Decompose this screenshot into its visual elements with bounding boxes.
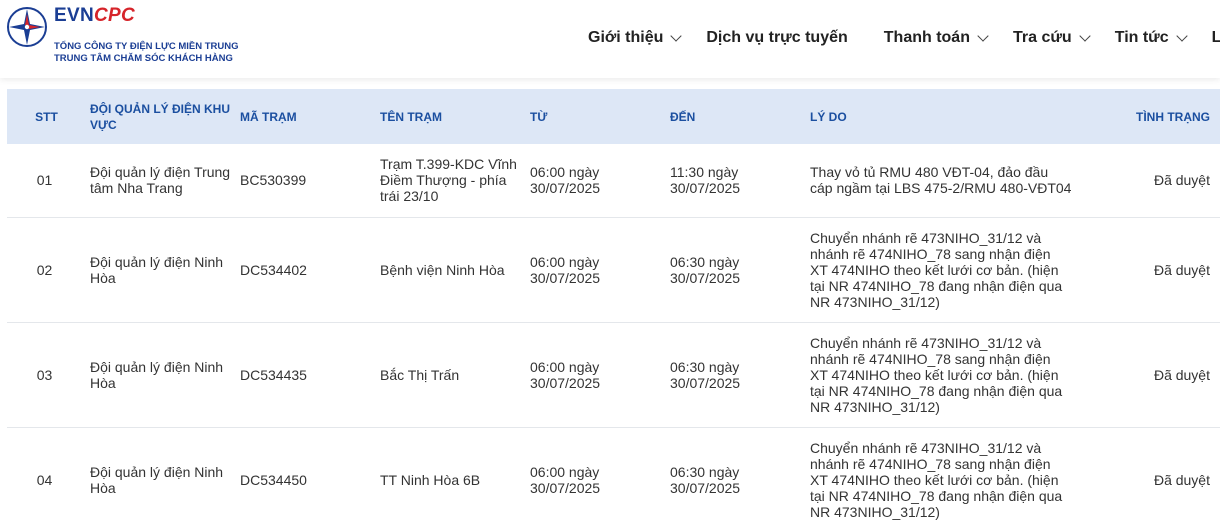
outage-schedule-table: STT ĐỘI QUẢN LÝ ĐIỆN KHU VỰC MÃ TRẠM TÊN… xyxy=(7,89,1220,528)
column-header-ly-do: LÝ DO xyxy=(810,109,847,124)
column-header-doi: ĐỘI QUẢN LÝ ĐIỆN KHU VỰC xyxy=(90,101,231,132)
nav-item-dich-vu-truc-tuyen[interactable]: Dịch vụ trực tuyến xyxy=(706,27,847,49)
nav-item-lien-he[interactable]: Liên xyxy=(1212,27,1220,49)
cell-den: 11:30 ngày 30/07/2025 xyxy=(666,144,806,218)
cell-doi: Đội quản lý điện Trung tâm Nha Trang xyxy=(86,144,236,218)
evncpc-logo[interactable]: EVNCPC TỔNG CÔNG TY ĐIỆN LỰC MIỀN TRUNG … xyxy=(6,6,239,65)
cell-doi: Đội quản lý điện Ninh Hòa xyxy=(86,427,236,528)
cell-den: 06:30 ngày 30/07/2025 xyxy=(666,427,806,528)
cell-tinh-trang: Đã duyệt xyxy=(1076,217,1220,323)
center-name: TRUNG TÂM CHĂM SÓC KHÁCH HÀNG xyxy=(54,53,233,64)
cell-tinh-trang: Đã duyệt xyxy=(1076,427,1220,528)
cell-tu: 06:00 ngày 30/07/2025 xyxy=(526,322,666,428)
brand-name: EVNCPC xyxy=(54,5,135,26)
cell-ly-do: Thay vỏ tủ RMU 480 VĐT-04, đảo đầu cáp n… xyxy=(806,144,1076,218)
cell-ma-tram: DC534435 xyxy=(236,322,376,428)
cell-stt: 01 xyxy=(7,144,86,218)
cell-ly-do: Chuyển nhánh rẽ 473NIHO_31/12 và nhánh r… xyxy=(806,217,1076,323)
cell-tinh-trang: Đã duyệt xyxy=(1076,144,1220,218)
evn-star-logo-icon xyxy=(7,7,47,47)
cell-tu: 06:00 ngày 30/07/2025 xyxy=(526,144,666,218)
nav-item-tra-cuu[interactable]: Tra cứu xyxy=(1013,27,1091,49)
cell-doi: Đội quản lý điện Ninh Hòa xyxy=(86,217,236,323)
table-header-row: STT ĐỘI QUẢN LÝ ĐIỆN KHU VỰC MÃ TRẠM TÊN… xyxy=(7,89,1220,144)
cell-stt: 04 xyxy=(7,427,86,528)
outage-schedule-table-wrapper: STT ĐỘI QUẢN LÝ ĐIỆN KHU VỰC MÃ TRẠM TÊN… xyxy=(7,89,1220,528)
cell-ly-do: Chuyển nhánh rẽ 473NIHO_31/12 và nhánh r… xyxy=(806,322,1076,428)
column-header-tinh-trang: TÌNH TRẠNG xyxy=(1136,109,1210,124)
company-name: TỔNG CÔNG TY ĐIỆN LỰC MIỀN TRUNG xyxy=(54,41,239,52)
chevron-down-icon xyxy=(1079,29,1091,42)
table-row: 04 Đội quản lý điện Ninh Hòa DC534450 TT… xyxy=(7,427,1220,528)
chevron-down-icon xyxy=(1176,29,1188,42)
cell-ten-tram: Trạm T.399-KDC Vĩnh Điềm Thượng - phía t… xyxy=(376,144,526,218)
table-row: 01 Đội quản lý điện Trung tâm Nha Trang … xyxy=(7,144,1220,218)
column-header-ma-tram: MÃ TRẠM xyxy=(240,109,297,124)
column-header-stt: STT xyxy=(35,109,58,124)
cell-stt: 03 xyxy=(7,322,86,428)
main-nav: Giới thiệu Dịch vụ trực tuyến Thanh toán… xyxy=(588,27,1220,49)
table-row: 02 Đội quản lý điện Ninh Hòa DC534402 Bệ… xyxy=(7,217,1220,323)
cell-doi: Đội quản lý điện Ninh Hòa xyxy=(86,322,236,428)
table-row: 03 Đội quản lý điện Ninh Hòa DC534435 Bắ… xyxy=(7,322,1220,428)
column-header-tu: TỪ xyxy=(530,109,548,124)
cell-ten-tram: TT Ninh Hòa 6B xyxy=(376,427,526,528)
nav-item-thanh-toan[interactable]: Thanh toán xyxy=(884,27,989,49)
cell-tu: 06:00 ngày 30/07/2025 xyxy=(526,427,666,528)
column-header-ten-tram: TÊN TRẠM xyxy=(380,109,442,124)
cell-ten-tram: Bệnh viện Ninh Hòa xyxy=(376,217,526,323)
cell-stt: 02 xyxy=(7,217,86,323)
nav-item-gioi-thieu[interactable]: Giới thiệu xyxy=(588,27,683,49)
site-header: EVNCPC TỔNG CÔNG TY ĐIỆN LỰC MIỀN TRUNG … xyxy=(0,0,1220,78)
column-header-den: ĐẾN xyxy=(670,109,696,124)
cell-ten-tram: Bắc Thị Trấn xyxy=(376,322,526,428)
cell-ma-tram: DC534450 xyxy=(236,427,376,528)
cell-den: 06:30 ngày 30/07/2025 xyxy=(666,217,806,323)
cell-ma-tram: BC530399 xyxy=(236,144,376,218)
chevron-down-icon xyxy=(670,29,683,42)
cell-ma-tram: DC534402 xyxy=(236,217,376,323)
chevron-down-icon xyxy=(977,29,989,42)
cell-den: 06:30 ngày 30/07/2025 xyxy=(666,322,806,428)
cell-tinh-trang: Đã duyệt xyxy=(1076,322,1220,428)
cell-ly-do: Chuyển nhánh rẽ 473NIHO_31/12 và nhánh r… xyxy=(806,427,1076,528)
cell-tu: 06:00 ngày 30/07/2025 xyxy=(526,217,666,323)
nav-item-tin-tuc[interactable]: Tin tức xyxy=(1115,27,1188,49)
